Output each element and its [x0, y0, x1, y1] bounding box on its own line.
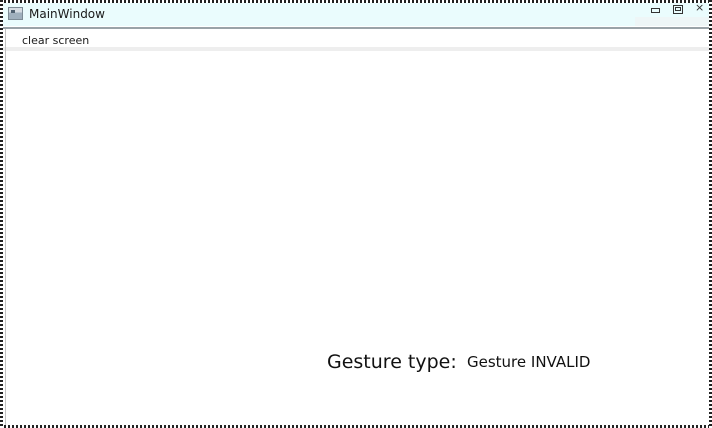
main-window: MainWindow × clear screen Gesture type: … — [0, 0, 712, 428]
gesture-type-label: Gesture type: — [327, 351, 457, 373]
clear-screen-button[interactable]: clear screen — [22, 34, 89, 47]
close-icon[interactable]: × — [689, 2, 711, 16]
title-bar[interactable]: MainWindow × — [3, 2, 711, 26]
minimize-icon[interactable] — [645, 3, 667, 16]
toolbar: clear screen — [3, 29, 709, 49]
caption-buttons: × — [645, 2, 711, 17]
app-window-icon[interactable] — [8, 7, 23, 20]
canvas-left-edge — [5, 29, 6, 425]
window-title: MainWindow — [29, 7, 105, 21]
caption-strip — [635, 17, 709, 26]
restore-icon[interactable] — [667, 3, 689, 16]
gesture-type-value: Gesture INVALID — [467, 353, 591, 371]
